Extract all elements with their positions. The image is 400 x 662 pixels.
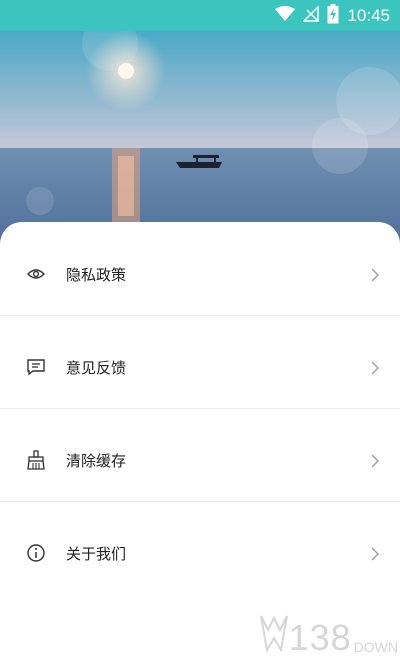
menu-item-label: 隐私政策 [66,265,127,284]
status-time: 10:45 [347,5,390,25]
info-icon [26,543,46,563]
chevron-right-icon [370,453,380,468]
menu-item-clear-cache[interactable]: 清除缓存 [0,414,400,506]
brush-icon [26,450,46,470]
watermark: 138 DOWN [259,614,398,656]
menu-item-feedback[interactable]: 意见反馈 [0,321,400,413]
signal-off-icon [302,4,320,26]
eye-icon [26,264,46,284]
settings-sheet: 隐私政策 意见反馈 清除缓存 关于我们 [0,222,400,662]
status-bar: 10:45 [0,0,400,31]
feedback-icon [26,357,46,377]
menu-item-about-us[interactable]: 关于我们 [0,507,400,599]
watermark-suffix: DOWN [353,639,398,655]
menu-item-label: 意见反馈 [66,358,127,377]
hero-image [0,31,400,246]
divider [0,408,400,409]
chevron-right-icon [370,267,380,282]
watermark-logo-icon [259,614,289,656]
chevron-right-icon [370,360,380,375]
menu-item-label: 关于我们 [66,544,127,563]
status-icons: 10:45 [275,0,390,31]
menu-item-privacy-policy[interactable]: 隐私政策 [0,228,400,320]
divider [0,315,400,316]
watermark-number: 138 [288,617,352,658]
battery-charging-icon [327,3,339,28]
divider [0,501,400,502]
menu-item-label: 清除缓存 [66,451,127,470]
wifi-icon [275,5,296,26]
chevron-right-icon [370,546,380,561]
